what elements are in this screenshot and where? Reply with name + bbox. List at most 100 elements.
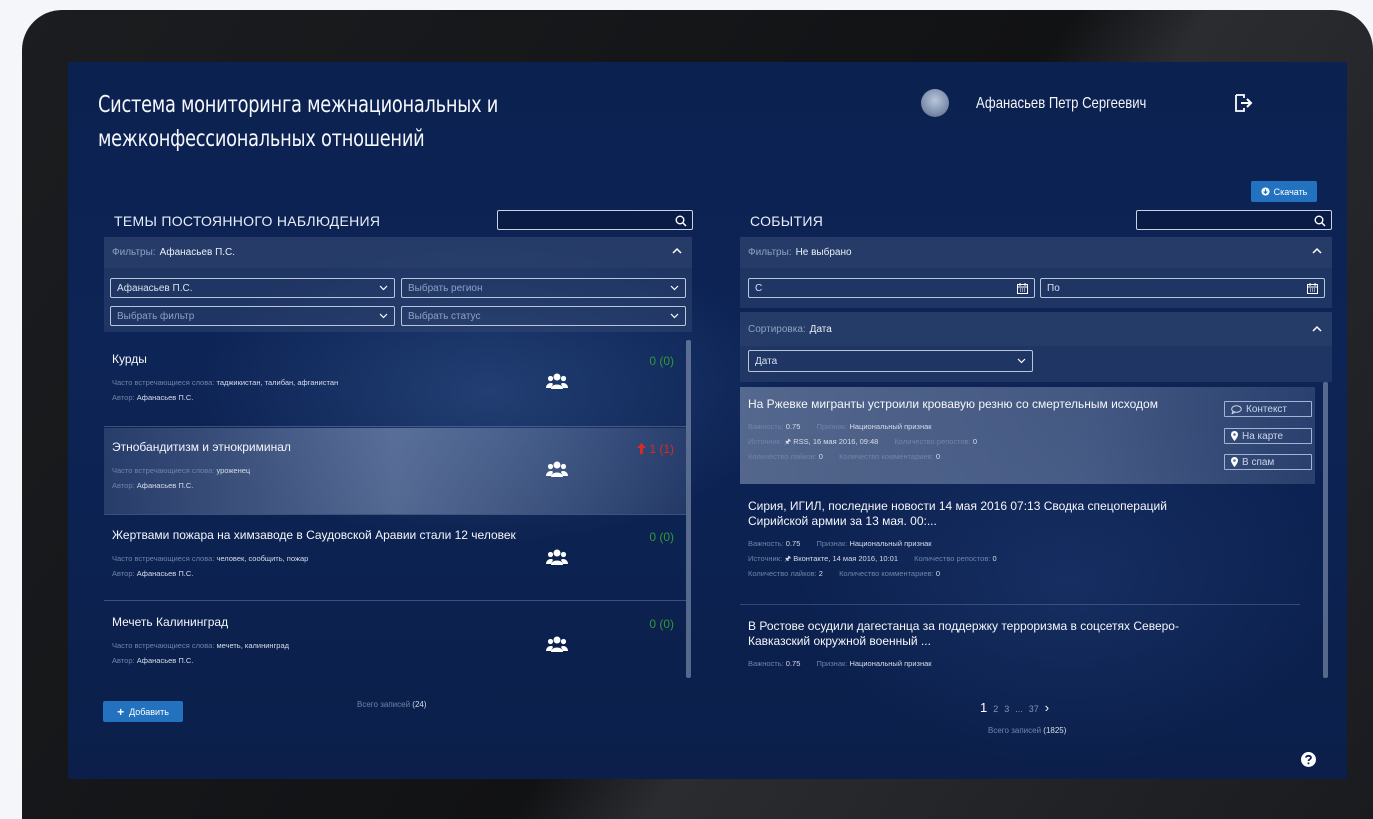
words-label: Часто встречающиеся слова: (112, 641, 215, 650)
topic-words: Часто встречающиеся слова: мечеть, калин… (112, 638, 678, 653)
event-meta-line: Важность: 0.75 Признак: Национальный при… (748, 656, 1307, 671)
topic-item[interactable]: Жертвами пожара на химзаводе в Саудовско… (104, 516, 686, 602)
total-label: Всего записей (988, 726, 1042, 735)
add-button[interactable]: + Добавить (103, 701, 183, 722)
events-search[interactable] (1136, 210, 1332, 230)
topics-scrollbar[interactable] (686, 340, 691, 678)
source-value: RSS, 16 мая 2016, 09:48 (793, 437, 879, 446)
date-to-field[interactable]: По (1040, 278, 1325, 298)
filters-value: Афанасьев П.С. (159, 247, 236, 258)
help-icon[interactable] (1301, 752, 1316, 767)
map-button[interactable]: На карте (1224, 428, 1312, 444)
topic-author: Автор: Афанасьев П.С. (112, 478, 678, 493)
filters-label: Фильтры: (748, 247, 792, 258)
topic-item[interactable]: Мечеть Калининград Часто встречающиеся с… (104, 603, 686, 689)
topics-search[interactable] (497, 210, 693, 230)
topic-count: 1 (1) (636, 442, 674, 456)
likes-value: 0 (818, 452, 823, 461)
calendar-icon[interactable] (1307, 283, 1318, 294)
importance-value: 0.75 (785, 659, 801, 668)
importance-value: 0.75 (785, 539, 801, 548)
status-select[interactable]: Выбрать статус (401, 306, 686, 326)
events-search-input[interactable] (1137, 212, 1331, 230)
events-scrollbar[interactable] (1323, 382, 1328, 678)
topic-author: Автор: Афанасьев П.С. (112, 390, 678, 405)
source-label: Источник: (748, 554, 783, 563)
likes-value: 2 (818, 569, 823, 578)
topic-count-value: 1 (1) (649, 442, 674, 456)
reposts-value: 0 (972, 437, 977, 446)
status-select-value: Выбрать статус (408, 310, 481, 322)
context-button[interactable]: Контекст (1224, 401, 1312, 417)
user-name[interactable]: Афанасьев Петр Сергеевич (976, 95, 1146, 113)
search-icon[interactable] (1314, 215, 1326, 227)
avatar[interactable] (921, 89, 949, 117)
page-current[interactable]: 1 (980, 700, 987, 715)
topic-item[interactable]: Курды Часто встречающиеся слова: таджики… (104, 340, 686, 426)
page-link[interactable]: 37 (1029, 704, 1039, 714)
region-select-value: Выбрать регион (408, 282, 483, 294)
event-item[interactable]: На Ржевке мигранты устроили кровавую рез… (740, 387, 1315, 484)
download-button[interactable]: Скачать (1251, 181, 1317, 202)
comment-icon (1231, 404, 1242, 414)
map-label: На карте (1242, 430, 1284, 442)
plus-icon: + (117, 704, 125, 719)
topic-author: Автор: Афанасьев П.С. (112, 566, 678, 581)
users-icon[interactable] (546, 548, 568, 566)
users-icon[interactable] (546, 635, 568, 653)
likes-label: Количество лайков: (748, 569, 817, 578)
date-from-label: С (755, 282, 763, 294)
date-from-field[interactable]: С (748, 278, 1035, 298)
event-item[interactable]: Сирия, ИГИЛ, последние новости 14 мая 20… (740, 489, 1315, 591)
sign-label: Признак: (816, 659, 848, 668)
topics-search-input[interactable] (498, 212, 692, 230)
chevron-down-icon (379, 285, 388, 291)
author-value: Афанасьев П.С. (136, 393, 194, 402)
sort-bar[interactable]: Сортировка: Дата (740, 312, 1332, 346)
reposts-label: Количество репостов: (914, 554, 991, 563)
chevron-up-icon[interactable] (1312, 247, 1322, 254)
logout-icon[interactable] (1234, 94, 1254, 112)
topic-title: Курды (112, 352, 147, 366)
users-icon[interactable] (546, 372, 568, 390)
words-label: Часто встречающиеся слова: (112, 554, 215, 563)
event-title: В Ростове осудили дагестанца за поддержк… (748, 619, 1179, 648)
sign-value: Национальный признак (849, 659, 932, 668)
sign-value: Национальный признак (849, 539, 932, 548)
source-value: Вконтакте, 14 мая 2016, 10:01 (793, 554, 899, 563)
calendar-icon[interactable] (1017, 283, 1028, 294)
topic-words: Часто встречающиеся слова: таджикистан, … (112, 375, 678, 390)
page-link[interactable]: 3 (1004, 704, 1009, 714)
likes-label: Количество лайков: (748, 452, 817, 461)
chevron-up-icon[interactable] (672, 247, 682, 254)
topics-filter-bar[interactable]: Фильтры: Афанасьев П.С. (104, 237, 692, 268)
spam-label: В спам (1242, 456, 1275, 468)
spam-button[interactable]: В спам (1224, 454, 1312, 470)
users-icon[interactable] (546, 460, 568, 478)
words-value: мечеть, калининград (216, 641, 289, 650)
events-filter-bar[interactable]: Фильтры: Не выбрано (740, 237, 1332, 268)
author-value: Афанасьев П.С. (136, 481, 194, 490)
sort-select[interactable]: Дата (748, 350, 1033, 372)
search-icon[interactable] (675, 215, 687, 227)
topic-words: Часто встречающиеся слова: человек, сооб… (112, 551, 678, 566)
author-label: Автор: (112, 393, 135, 402)
next-page-icon[interactable]: › (1045, 700, 1049, 715)
chevron-down-icon (379, 313, 388, 319)
add-label: Добавить (129, 706, 169, 717)
author-label: Автор: (112, 656, 135, 665)
chevron-up-icon[interactable] (1312, 325, 1322, 332)
sort-value: Дата (809, 323, 832, 335)
map-marker-icon (1231, 431, 1238, 441)
author-select[interactable]: Афанасьев П.С. (110, 278, 395, 298)
event-item[interactable]: В Ростове осудили дагестанца за поддержк… (740, 609, 1315, 681)
page-link[interactable]: 2 (993, 704, 998, 714)
filter-select[interactable]: Выбрать фильтр (110, 306, 395, 326)
topic-title: Жертвами пожара на химзаводе в Саудовско… (112, 528, 516, 542)
words-value: уроженец (216, 466, 251, 475)
region-select[interactable]: Выбрать регион (401, 278, 686, 298)
author-label: Автор: (112, 481, 135, 490)
comments-value: 0 (935, 569, 940, 578)
topic-item[interactable]: Этнобандитизм и этнокриминал Часто встре… (104, 428, 686, 514)
reposts-label: Количество репостов: (894, 437, 971, 446)
